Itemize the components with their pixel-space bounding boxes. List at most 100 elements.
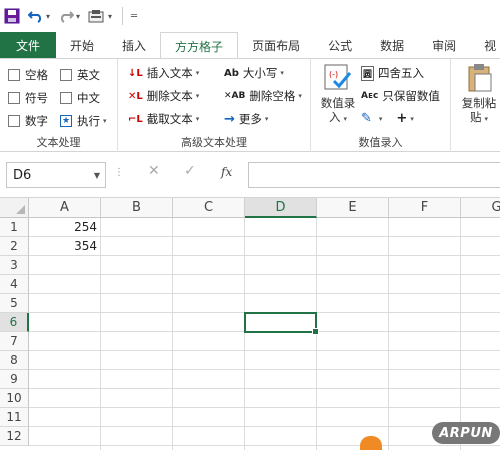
row-header-4[interactable]: 4 <box>0 275 29 294</box>
delete-text-dropdown-icon[interactable]: ▾ <box>196 92 200 100</box>
numeric-entry-button[interactable]: (-) 数值录 入 ▾ <box>317 63 359 126</box>
column-header-f[interactable]: F <box>389 198 461 218</box>
copy-paste-label: 复制粘 <box>461 96 497 110</box>
row-header-3[interactable]: 3 <box>0 256 29 275</box>
chinese-label: 中文 <box>77 91 100 105</box>
select-all-corner[interactable] <box>0 198 29 218</box>
undo-dropdown-icon[interactable]: ▾ <box>46 12 50 21</box>
name-box-value: D6 <box>13 167 32 183</box>
spreadsheet-grid: ABCDEFG 1 2 3 4 5 6 7 8 9 10 11 12 254 354 <box>0 198 500 450</box>
tab-data[interactable]: 数据 <box>366 32 418 58</box>
cancel-icon[interactable]: ✕ <box>148 163 160 179</box>
column-header-c[interactable]: C <box>173 198 245 218</box>
delete-space-label: 删除空格 <box>249 89 296 103</box>
english-checkbox[interactable] <box>60 69 72 81</box>
form-icon[interactable]: ▾ <box>88 4 112 28</box>
column-header-e[interactable]: E <box>317 198 389 218</box>
undo-icon[interactable]: ▾ <box>28 4 50 28</box>
round-icon: 圆 <box>361 65 375 81</box>
row-header-7[interactable]: 7 <box>0 332 29 351</box>
cut-text-dropdown-icon[interactable]: ▾ <box>196 115 200 123</box>
save-icon[interactable] <box>4 4 20 28</box>
column-header-d[interactable]: D <box>245 198 317 218</box>
space-label: 空格 <box>25 68 48 82</box>
delete-space-button[interactable]: ✕AB 删除空格 ▾ <box>224 88 302 104</box>
numeric-entry-label-2: 入 ▾ <box>317 110 359 126</box>
form-dropdown-icon[interactable]: ▾ <box>108 12 112 21</box>
execute-label: 执行 <box>77 114 100 128</box>
confirm-icon[interactable]: ✓ <box>184 163 196 179</box>
column-header-g[interactable]: G <box>461 198 500 218</box>
cut-text-button[interactable]: ⌐L 截取文本 ▾ <box>128 111 199 127</box>
tab-file[interactable]: 文件 <box>0 32 57 58</box>
more-label: 更多 <box>238 112 262 126</box>
symbol-checkbox-row[interactable]: 符号 <box>8 90 48 106</box>
cut-text-label: 截取文本 <box>146 112 193 126</box>
insert-text-dropdown-icon[interactable]: ▾ <box>196 69 200 77</box>
chinese-checkbox-row[interactable]: 中文 <box>60 90 100 106</box>
space-checkbox[interactable] <box>8 69 20 81</box>
symbol-checkbox[interactable] <box>8 92 20 104</box>
numeric-group-label: 数值录入 <box>358 136 403 149</box>
name-box[interactable]: D6 ▼ <box>6 162 106 188</box>
case-button[interactable]: Ab 大小写 ▾ <box>224 65 284 81</box>
row-header-11[interactable]: 11 <box>0 408 29 427</box>
tab-insert[interactable]: 插入 <box>108 32 160 58</box>
copy-paste-button[interactable]: 复制粘 贴 ▾ <box>457 63 500 126</box>
delete-space-dropdown-icon[interactable]: ▾ <box>298 92 302 100</box>
case-dropdown-icon[interactable]: ▾ <box>280 69 284 77</box>
plus-icon[interactable]: + <box>396 111 407 126</box>
row-header-1[interactable]: 1 <box>0 218 29 237</box>
delete-text-button[interactable]: ✕L 删除文本 ▾ <box>128 88 199 104</box>
redo-dropdown-icon[interactable]: ▾ <box>76 12 80 21</box>
more-button[interactable]: → 更多 ▾ <box>224 111 268 127</box>
row-header-6[interactable]: 6 <box>0 313 29 332</box>
quick-access-toolbar: ▾ ▾ ▾ ═ <box>0 0 500 32</box>
cell-a1[interactable]: 254 <box>29 218 101 237</box>
edit-dropdown-icon[interactable]: ▾ <box>379 115 383 123</box>
chinese-checkbox[interactable] <box>60 92 72 104</box>
english-checkbox-row[interactable]: 英文 <box>60 67 100 83</box>
tab-formulas[interactable]: 公式 <box>314 32 366 58</box>
numeric-entry-label2: 入 <box>328 110 341 124</box>
active-cell-indicator[interactable] <box>244 312 319 335</box>
paste-group: 复制粘 贴 ▾ <box>451 59 500 152</box>
copy-paste-dropdown-icon[interactable]: ▾ <box>484 115 488 123</box>
formula-input[interactable] <box>248 162 500 188</box>
number-checkbox-row[interactable]: 数字 <box>8 113 48 129</box>
round-button[interactable]: 圆四舍五入 <box>361 65 424 81</box>
numeric-entry-dropdown-icon[interactable]: ▾ <box>343 115 347 123</box>
cell-a2[interactable]: 354 <box>29 237 101 256</box>
tab-view[interactable]: 视 <box>470 32 500 58</box>
delete-text-icon: ✕L <box>128 90 143 102</box>
case-icon: Ab <box>224 67 239 79</box>
row-header-5[interactable]: 5 <box>0 294 29 313</box>
name-box-dropdown-icon[interactable]: ▼ <box>94 171 100 180</box>
tab-home[interactable]: 开始 <box>56 32 108 58</box>
space-checkbox-row[interactable]: 空格 <box>8 67 48 83</box>
insert-text-button[interactable]: ↓L 插入文本 ▾ <box>128 65 199 81</box>
row-header-8[interactable]: 8 <box>0 351 29 370</box>
row-header-12[interactable]: 12 <box>0 427 29 446</box>
keep-value-button[interactable]: Aᴇc 只保留数值 <box>361 88 440 104</box>
plus-dropdown-icon[interactable]: ▾ <box>410 115 414 123</box>
numeric-entry-icon: (-) <box>324 64 352 90</box>
tab-page-layout[interactable]: 页面布局 <box>238 32 314 58</box>
formula-bar-resize-handle[interactable]: ⋮ <box>114 167 124 178</box>
execute-button[interactable]: ★ 执行 ▾ <box>60 113 107 129</box>
text-group: 空格 英文 符号 中文 数字 ★ 执行 ▾ 文本处理 <box>0 59 118 152</box>
row-header-9[interactable]: 9 <box>0 370 29 389</box>
row-header-10[interactable]: 10 <box>0 389 29 408</box>
column-header-b[interactable]: B <box>101 198 173 218</box>
execute-dropdown-icon[interactable]: ▾ <box>103 117 107 125</box>
tab-review[interactable]: 审阅 <box>418 32 470 58</box>
edit-numeric-button[interactable]: ✎ ▾ + ▾ <box>361 111 414 126</box>
insert-function-icon[interactable]: fx <box>221 165 232 179</box>
row-header-2[interactable]: 2 <box>0 237 29 256</box>
number-checkbox[interactable] <box>8 115 20 127</box>
more-dropdown-icon[interactable]: ▾ <box>265 115 269 123</box>
redo-icon[interactable]: ▾ <box>58 4 80 28</box>
tab-fangfang[interactable]: 方方格子 <box>160 32 239 59</box>
customize-qat-icon[interactable]: ═ <box>131 4 137 28</box>
column-header-a[interactable]: A <box>29 198 101 218</box>
